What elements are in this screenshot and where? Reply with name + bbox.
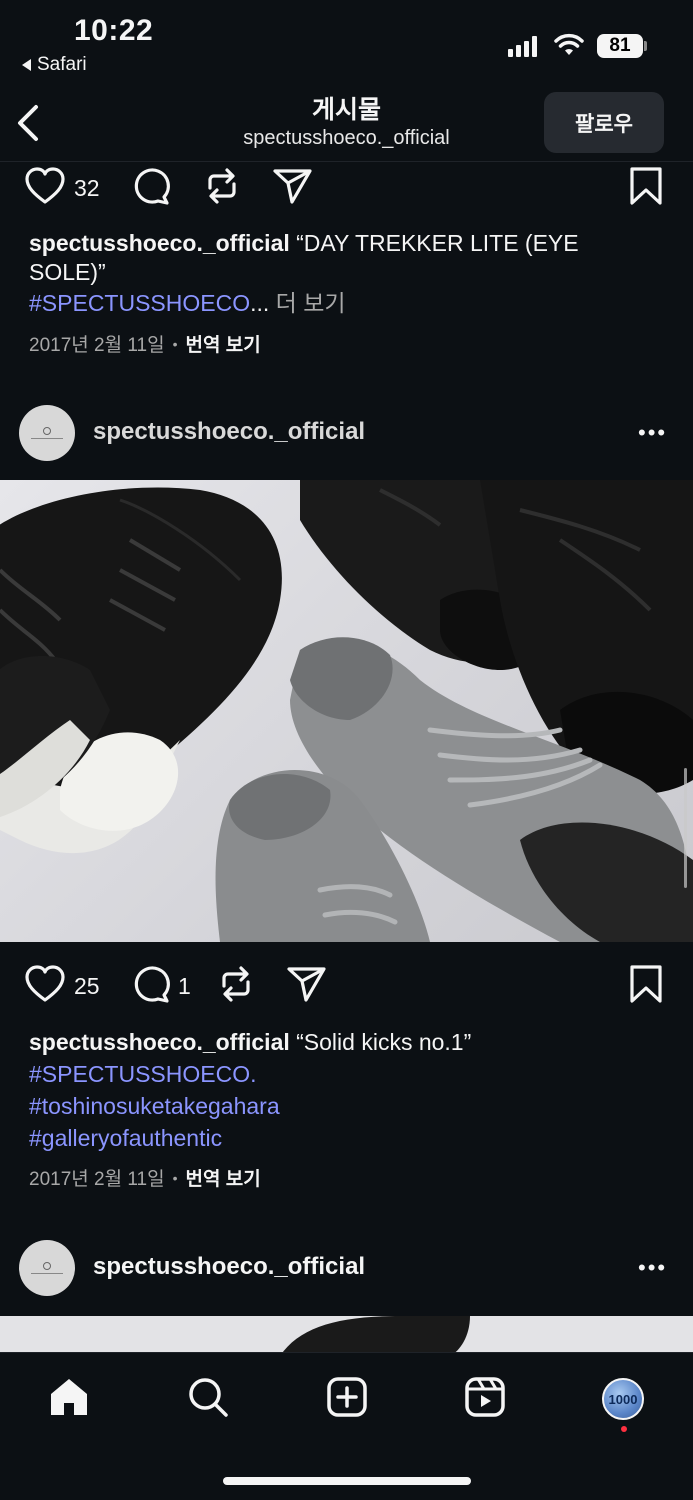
- post-meta: 2017년 2월 11일 • 번역 보기: [29, 330, 261, 357]
- bookmark-icon[interactable]: [628, 964, 664, 1009]
- scroll-indicator[interactable]: [684, 768, 687, 888]
- heart-icon: [24, 964, 66, 1009]
- back-triangle-icon: [22, 59, 31, 71]
- back-app-label: Safari: [37, 54, 87, 75]
- post-image[interactable]: [0, 480, 693, 942]
- wifi-icon: [554, 33, 584, 62]
- hashtag-link[interactable]: #SPECTUSSHOECO: [29, 290, 250, 316]
- battery-cap: [644, 41, 647, 51]
- follow-button[interactable]: 팔로우: [544, 92, 664, 153]
- heart-icon: [24, 166, 66, 211]
- plus-square-icon: [326, 1376, 368, 1423]
- battery-indicator: 81: [597, 34, 643, 58]
- brand-logo-icon: [43, 427, 51, 435]
- home-icon: [48, 1376, 90, 1423]
- like-button[interactable]: 32: [24, 166, 100, 211]
- post-caption: spectusshoeco._official “DAY TREKKER LIT…: [29, 229, 649, 287]
- caption-ellipsis: ...: [250, 290, 270, 316]
- send-icon[interactable]: [286, 964, 328, 1009]
- like-count: 32: [74, 175, 100, 201]
- hashtag-link[interactable]: #SPECTUSSHOECO.: [29, 1060, 649, 1089]
- repost-icon[interactable]: [216, 964, 256, 1009]
- status-time: 10:22: [74, 14, 154, 47]
- comment-icon: [130, 964, 172, 1009]
- bookmark-icon[interactable]: [628, 166, 664, 211]
- meta-separator: •: [172, 1169, 178, 1186]
- send-icon[interactable]: [272, 166, 314, 211]
- post-date: 2017년 2월 11일: [29, 1169, 165, 1190]
- brand-logo-text-mark: [31, 438, 63, 439]
- post-meta: 2017년 2월 11일 • 번역 보기: [29, 1164, 261, 1191]
- brand-logo-icon: [43, 1262, 51, 1270]
- post-username[interactable]: spectusshoeco._official: [93, 418, 365, 446]
- hashtag-link[interactable]: #galleryofauthentic: [29, 1124, 649, 1153]
- nav-home[interactable]: [45, 1375, 93, 1423]
- more-icon[interactable]: •••: [638, 420, 667, 446]
- translate-link[interactable]: 번역 보기: [185, 330, 260, 357]
- like-count: 25: [74, 973, 100, 999]
- caption-text: “Solid kicks no.1”: [296, 1029, 472, 1055]
- back-to-safari[interactable]: Safari: [22, 54, 87, 76]
- like-button[interactable]: 25: [24, 964, 100, 1009]
- comment-button[interactable]: 1: [130, 964, 191, 1009]
- meta-separator: •: [172, 335, 178, 352]
- translate-link[interactable]: 번역 보기: [185, 1164, 260, 1191]
- header-divider: [0, 161, 693, 162]
- notification-dot: [621, 1426, 627, 1432]
- post-date: 2017년 2월 11일: [29, 335, 165, 356]
- post-username[interactable]: spectusshoeco._official: [93, 1253, 365, 1281]
- search-icon: [187, 1376, 229, 1423]
- profile-avatar: 1000: [602, 1378, 644, 1420]
- avatar[interactable]: [19, 405, 75, 461]
- cellular-signal-icon: [508, 35, 537, 57]
- avatar[interactable]: [19, 1240, 75, 1296]
- post-caption: spectusshoeco._official “Solid kicks no.…: [29, 1028, 649, 1057]
- caption-hashtag-line: #SPECTUSSHOECO... 더 보기: [29, 289, 649, 318]
- brand-logo-text-mark: [31, 1273, 63, 1274]
- more-link[interactable]: 더 보기: [276, 290, 346, 316]
- caption-username[interactable]: spectusshoeco._official: [29, 230, 290, 256]
- nav-reels[interactable]: [461, 1375, 509, 1423]
- comment-count: 1: [178, 973, 191, 999]
- reels-icon: [464, 1376, 506, 1423]
- nav-search[interactable]: [184, 1375, 232, 1423]
- nav-create[interactable]: [323, 1375, 371, 1423]
- nav-profile[interactable]: 1000: [599, 1375, 647, 1423]
- more-icon[interactable]: •••: [638, 1255, 667, 1281]
- repost-icon[interactable]: [202, 166, 242, 211]
- home-indicator[interactable]: [223, 1477, 471, 1485]
- caption-username[interactable]: spectusshoeco._official: [29, 1029, 290, 1055]
- comment-icon[interactable]: [130, 166, 172, 211]
- post-image[interactable]: [0, 1316, 693, 1356]
- hashtag-link[interactable]: #toshinosuketakegahara: [29, 1092, 649, 1121]
